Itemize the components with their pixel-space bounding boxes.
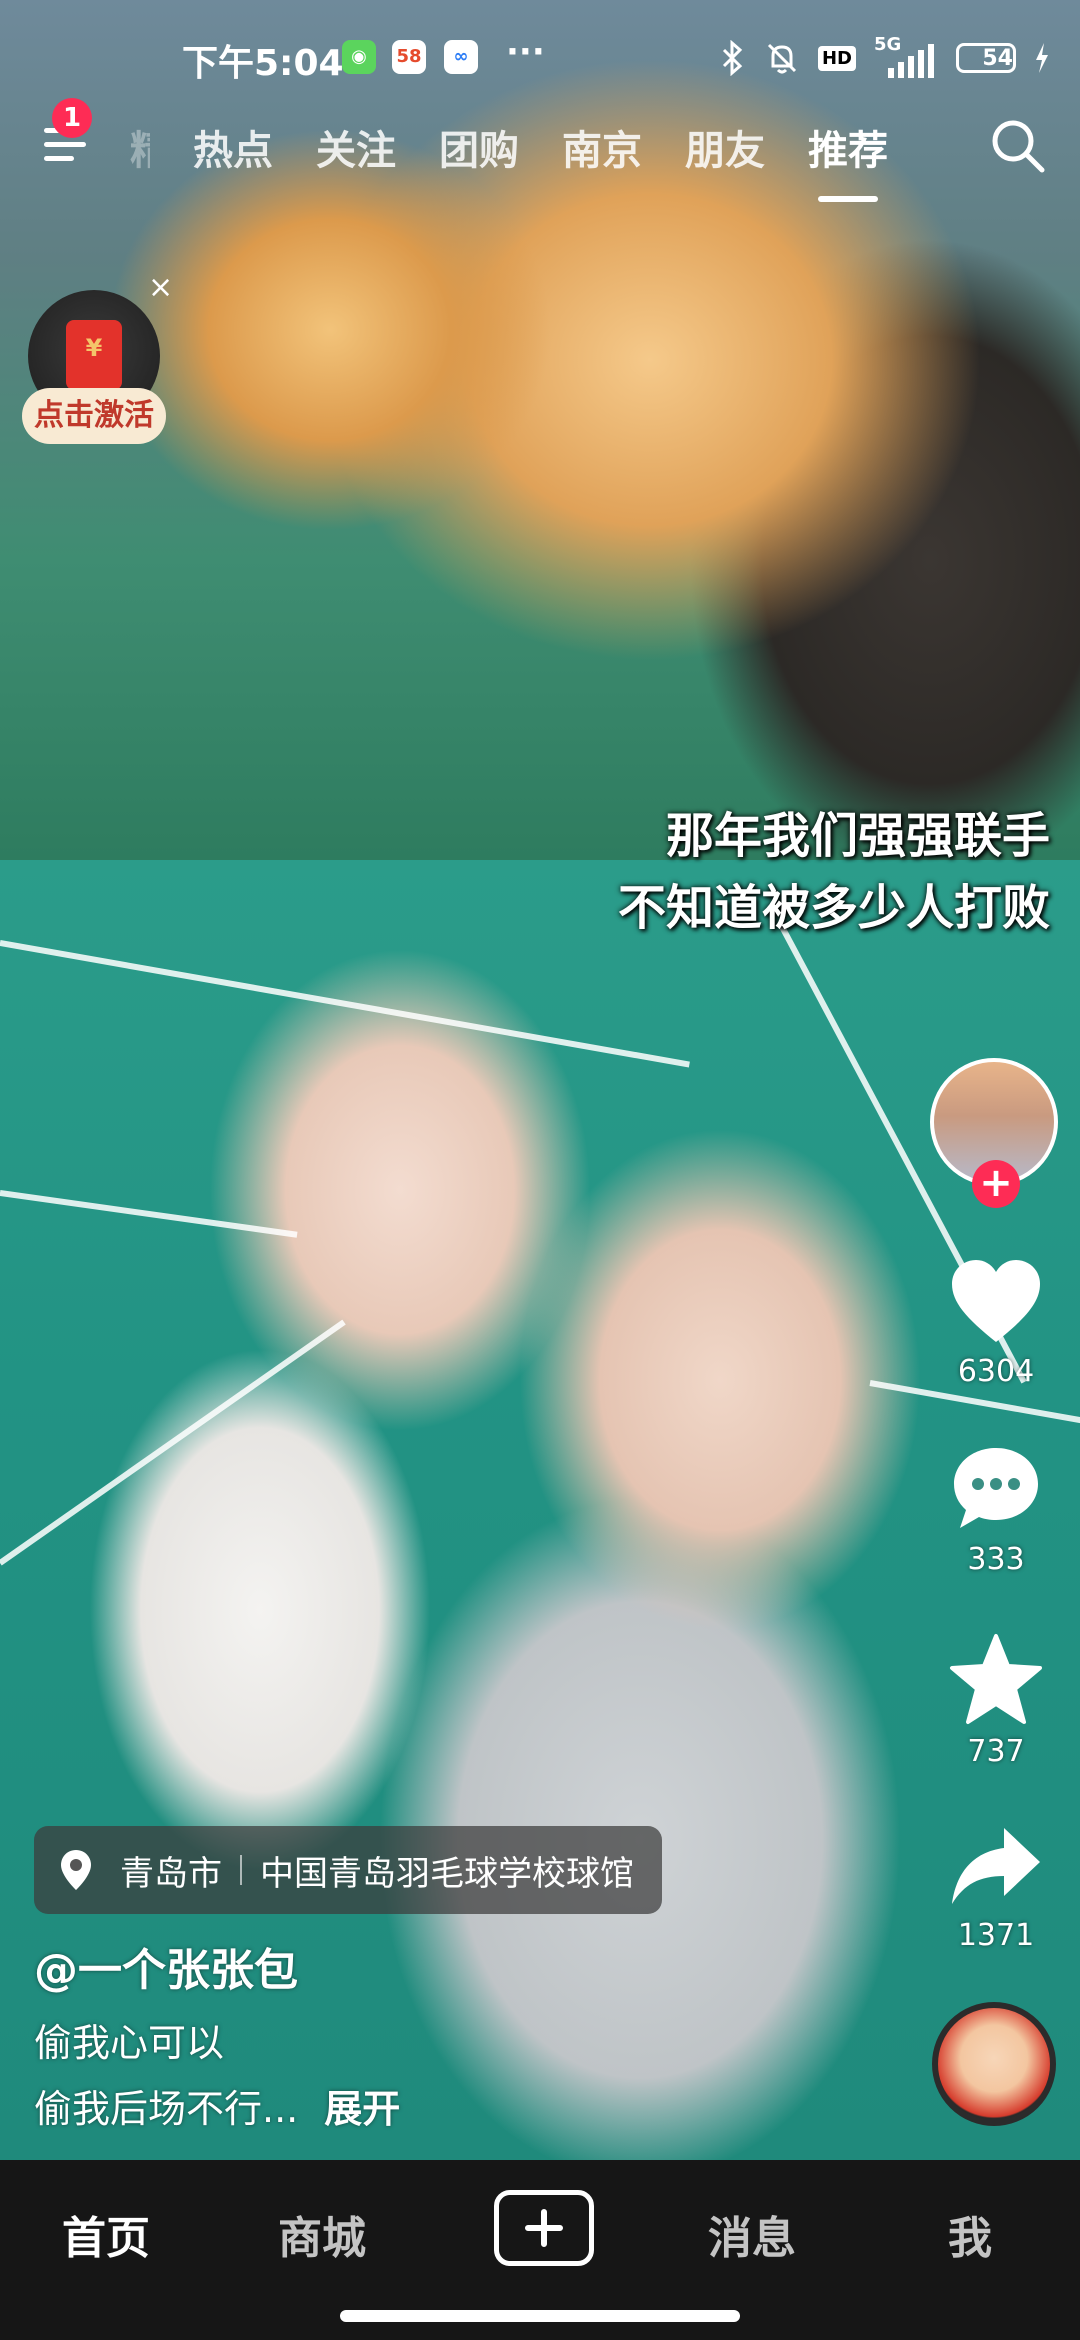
tab-friends[interactable]: 朋友 [685,118,765,182]
comment-icon[interactable] [946,1440,1046,1536]
location-tag[interactable]: 青岛市 中国青岛羽毛球学校球馆 [34,1826,662,1914]
comment-count: 333 [967,1542,1025,1577]
expand-button[interactable]: 展开 [324,2087,400,2131]
wechat-icon: ◉ [342,40,376,74]
battery-level: 54 [982,45,1013,71]
author-name[interactable]: @一个张张包 [34,1934,298,1998]
58-app-icon: 58 [392,40,426,74]
court-line [0,1190,298,1238]
top-tabs: 精 热点 关注 团购 南京 朋友 推荐 [130,118,888,202]
location-pin-icon [61,1850,91,1890]
tab-following[interactable]: 关注 [316,118,396,182]
battery-indicator: 54 [956,43,1016,73]
description-line-1: 偷我心可以 [34,2021,225,2065]
close-icon[interactable]: × [148,270,173,305]
like-count: 6304 [957,1354,1035,1389]
court-line [0,1319,346,1566]
tab-group-buy[interactable]: 团购 [439,118,519,182]
location-divider [240,1855,242,1885]
nav-mall[interactable]: 商城 [278,2202,366,2266]
red-envelope-icon [66,320,122,390]
charging-bolt-icon [1036,43,1048,73]
video-feed-screen: 下午5:04 ◉ 58 ∞ ··· HD 5G 54 1 热点 关注 团购 南京… [0,0,1080,2340]
notification-badge: 1 [52,98,92,138]
red-packet-activate-button[interactable]: 点击激活 [22,388,166,444]
share-count: 1371 [957,1918,1035,1953]
signal-icon: 5G [874,34,938,78]
baidu-netdisk-icon: ∞ [444,40,478,74]
plus-icon [525,2209,563,2247]
tab-recommended[interactable]: 推荐 [808,118,888,202]
tab-jingxuan[interactable]: 精 [130,118,150,182]
more-notifications-icon: ··· [506,32,545,72]
tab-hot[interactable]: 热点 [193,118,273,182]
mute-bell-icon [767,43,797,74]
music-disc[interactable] [932,2002,1056,2126]
location-place: 中国青岛羽毛球学校球馆 [260,1853,634,1894]
search-icon[interactable] [986,114,1050,178]
share-arrow-icon[interactable] [946,1818,1046,1914]
description-line-2: 偷我后场不行... 展开 [34,2078,400,2133]
nav-messages[interactable]: 消息 [708,2202,796,2266]
court-line [0,940,690,1068]
tab-nanjing[interactable]: 南京 [562,118,642,182]
follow-button[interactable]: + [972,1160,1020,1208]
status-time: 下午5:04 [182,43,344,84]
location-city: 青岛市 [120,1853,222,1894]
nav-home[interactable]: 首页 [62,2202,150,2266]
status-bar: 下午5:04 ◉ 58 ∞ ··· HD 5G 54 [0,28,1080,88]
hd-badge: HD [817,45,856,71]
bluetooth-icon [722,40,743,76]
favorite-count: 737 [967,1734,1025,1769]
like-heart-icon[interactable] [946,1254,1046,1350]
caption-line-1: 那年我们强强联手 [665,808,1050,864]
favorite-star-icon[interactable] [946,1632,1046,1728]
description-text: 偷我后场不行... [34,2087,299,2131]
home-indicator[interactable] [340,2310,740,2322]
caption-line-2: 不知道被多少人打败 [617,880,1050,936]
nav-me[interactable]: 我 [948,2202,992,2266]
status-indicators: HD 5G 54 [720,34,1050,80]
create-post-button[interactable] [494,2190,594,2266]
